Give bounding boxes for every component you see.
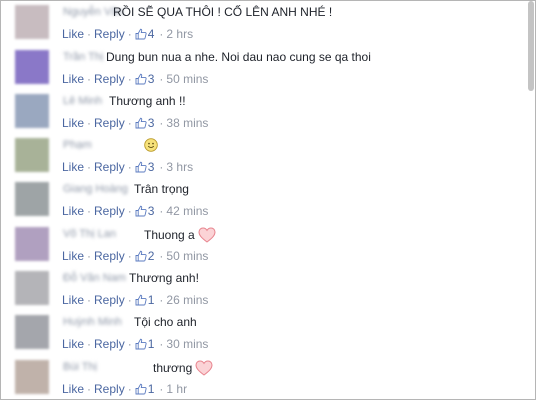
comment-actions: Like · Reply · 1 · 1 hr bbox=[62, 382, 188, 396]
like-count[interactable]: 3 bbox=[148, 116, 155, 130]
like-count[interactable]: 3 bbox=[148, 72, 155, 86]
reply-link[interactable]: Reply bbox=[94, 160, 125, 174]
comment-text: Thương anh !! bbox=[109, 94, 186, 108]
like-link[interactable]: Like bbox=[62, 72, 84, 86]
thumbs-up-icon[interactable] bbox=[135, 383, 147, 395]
avatar[interactable] bbox=[15, 5, 49, 39]
comments-panel: Nguyễn Văn RỒI SẼ QUA THÔI ! CỐ LÊN ANH … bbox=[0, 0, 536, 400]
like-count[interactable]: 3 bbox=[148, 204, 155, 218]
reply-link[interactable]: Reply bbox=[94, 293, 125, 307]
comment-actions: Like · Reply · 3 · 38 mins bbox=[62, 116, 209, 130]
like-count[interactable]: 1 bbox=[148, 382, 155, 396]
comment-author[interactable]: Võ Thị Lan bbox=[63, 228, 116, 240]
like-link[interactable]: Like bbox=[62, 204, 84, 218]
timestamp[interactable]: 42 mins bbox=[166, 204, 208, 218]
comment-text: Thương anh! bbox=[129, 271, 199, 285]
comment-item: Võ Thị Lan Thuong a Like · Reply · 2 · 50 min… bbox=[1, 227, 526, 271]
like-link[interactable]: Like bbox=[62, 382, 84, 396]
smile-emoji-icon bbox=[144, 138, 158, 152]
avatar[interactable] bbox=[15, 182, 49, 216]
reply-link[interactable]: Reply bbox=[94, 116, 125, 130]
comment-text: Trân trọng bbox=[134, 182, 189, 196]
avatar[interactable] bbox=[15, 50, 49, 84]
timestamp[interactable]: 1 hr bbox=[166, 382, 187, 396]
like-count[interactable]: 4 bbox=[148, 27, 155, 41]
comment-actions: Like · Reply · 3 · 50 mins bbox=[62, 72, 209, 86]
like-link[interactable]: Like bbox=[62, 160, 84, 174]
avatar[interactable] bbox=[15, 271, 49, 305]
comment-actions: Like · Reply · 1 · 30 mins bbox=[62, 337, 209, 351]
comment-actions: Like · Reply · 3 · 3 hrs bbox=[62, 160, 194, 174]
comment-author[interactable]: Giang Hoàng bbox=[63, 183, 128, 195]
timestamp[interactable]: 38 mins bbox=[166, 116, 208, 130]
thumbs-up-icon[interactable] bbox=[135, 338, 147, 350]
like-link[interactable]: Like bbox=[62, 293, 84, 307]
avatar[interactable] bbox=[15, 360, 49, 394]
comment-item: Đỗ Văn Nam Thương anh! Like · Reply · 1 · 26 … bbox=[1, 271, 526, 315]
comment-item: Phạm Like · Reply · 3 · 3 hrs bbox=[1, 138, 526, 182]
comment-item: Nguyễn Văn RỒI SẼ QUA THÔI ! CỐ LÊN ANH … bbox=[1, 5, 526, 49]
thumbs-up-icon[interactable] bbox=[135, 294, 147, 306]
thumbs-up-icon[interactable] bbox=[135, 161, 147, 173]
reply-link[interactable]: Reply bbox=[94, 382, 125, 396]
comment-text: Dung bun nua a nhe. Noi dau nao cung se … bbox=[106, 50, 371, 64]
avatar[interactable] bbox=[15, 227, 49, 261]
timestamp[interactable]: 26 mins bbox=[166, 293, 208, 307]
comment-author[interactable]: Trần Thị bbox=[63, 51, 103, 63]
comment-actions: Like · Reply · 2 · 50 mins bbox=[62, 249, 209, 263]
timestamp[interactable]: 50 mins bbox=[166, 249, 208, 263]
avatar[interactable] bbox=[15, 138, 49, 172]
reply-link[interactable]: Reply bbox=[94, 337, 125, 351]
reply-link[interactable]: Reply bbox=[94, 249, 125, 263]
scrollbar-thumb[interactable] bbox=[528, 1, 534, 91]
like-link[interactable]: Like bbox=[62, 116, 84, 130]
thumbs-up-icon[interactable] bbox=[135, 205, 147, 217]
comment-author[interactable]: Lê Minh bbox=[63, 95, 102, 107]
timestamp[interactable]: 50 mins bbox=[166, 72, 208, 86]
comment-author[interactable]: Huỳnh Minh bbox=[63, 316, 122, 328]
like-link[interactable]: Like bbox=[62, 27, 84, 41]
comment-item: Trần Thị Dung bun nua a nhe. Noi dau nao… bbox=[1, 50, 526, 94]
like-count[interactable]: 1 bbox=[148, 337, 155, 351]
timestamp[interactable]: 30 mins bbox=[166, 337, 208, 351]
comment-author[interactable]: Bùi Thị bbox=[63, 361, 97, 373]
timestamp[interactable]: 3 hrs bbox=[166, 160, 193, 174]
comment-actions: Like · Reply · 4 · 2 hrs bbox=[62, 27, 194, 41]
comment-text bbox=[144, 138, 158, 154]
reply-link[interactable]: Reply bbox=[94, 27, 125, 41]
comment-text: Thuong a bbox=[144, 227, 216, 243]
reply-link[interactable]: Reply bbox=[94, 204, 125, 218]
comment-item: Giang Hoàng Trân trọng Like · Reply · 3 · 42 … bbox=[1, 182, 526, 226]
like-count[interactable]: 2 bbox=[148, 249, 155, 263]
like-count[interactable]: 1 bbox=[148, 293, 155, 307]
heart-emoji-icon bbox=[198, 227, 216, 243]
comment-text: Tội cho anh bbox=[134, 315, 197, 329]
like-link[interactable]: Like bbox=[62, 337, 84, 351]
comment-actions: Like · Reply · 3 · 42 mins bbox=[62, 204, 209, 218]
avatar[interactable] bbox=[15, 315, 49, 349]
comment-item: Bùi Thị thương Like · Reply · 1 · 1 hr bbox=[1, 360, 526, 399]
timestamp[interactable]: 2 hrs bbox=[166, 27, 193, 41]
like-link[interactable]: Like bbox=[62, 249, 84, 263]
comment-author[interactable]: Phạm bbox=[63, 139, 92, 151]
reply-link[interactable]: Reply bbox=[94, 72, 125, 86]
comment-actions: Like · Reply · 1 · 26 mins bbox=[62, 293, 209, 307]
comment-text: RỒI SẼ QUA THÔI ! CỐ LÊN ANH NHÉ ! bbox=[113, 5, 333, 19]
comment-text: thương bbox=[153, 360, 213, 376]
avatar[interactable] bbox=[15, 94, 49, 128]
comment-item: Huỳnh Minh Tội cho anh Like · Reply · 1 · 30 … bbox=[1, 315, 526, 359]
thumbs-up-icon[interactable] bbox=[135, 250, 147, 262]
like-count[interactable]: 3 bbox=[148, 160, 155, 174]
thumbs-up-icon[interactable] bbox=[135, 28, 147, 40]
thumbs-up-icon[interactable] bbox=[135, 117, 147, 129]
thumbs-up-icon[interactable] bbox=[135, 73, 147, 85]
comment-author[interactable]: Đỗ Văn Nam bbox=[63, 272, 126, 284]
comment-item: Lê Minh Thương anh !! Like · Reply · 3 · 38 m… bbox=[1, 94, 526, 138]
heart-emoji-icon bbox=[195, 360, 213, 376]
